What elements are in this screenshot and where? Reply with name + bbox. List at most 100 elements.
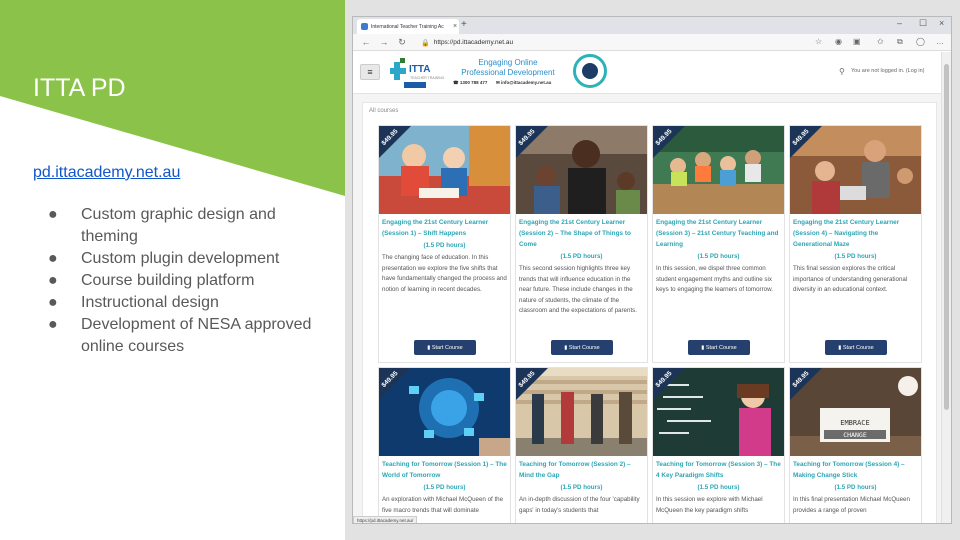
course-title[interactable]: Teaching for Tomorrow (Session 4) – Maki…	[790, 456, 921, 481]
login-status[interactable]: You are not logged in. (Log in)	[851, 68, 925, 74]
forward-arrow-icon[interactable]: →	[379, 37, 389, 47]
pd-hours: (1.5 PD hours)	[834, 484, 877, 491]
feature-text: Course building platform	[81, 272, 255, 289]
pd-hours: (1.5 PD hours)	[560, 253, 603, 260]
change-text: CHANGE	[843, 431, 867, 439]
collections-icon[interactable]: ▣	[853, 37, 861, 46]
back-arrow-icon[interactable]: ←	[361, 37, 371, 47]
star-icon[interactable]: ☆	[815, 37, 822, 46]
course-description: This second session highlights three key…	[519, 265, 637, 314]
pd-hours: (1.5 PD hours)	[834, 253, 877, 260]
course-card[interactable]: $49.95 Teaching for Tomorrow (Session 2)…	[515, 367, 648, 523]
bullet-dot-icon: ●	[48, 272, 58, 289]
pd-hours: (1.5 PD hours)	[423, 242, 466, 249]
course-title[interactable]: Teaching for Tomorrow (Session 3) – The …	[653, 456, 784, 481]
favicon-icon	[361, 23, 368, 30]
course-card[interactable]: $49.95 Teaching for Tomorrow (Session 3)…	[652, 367, 785, 523]
pd-hours: (1.5 PD hours)	[697, 484, 740, 491]
logo-text: ITTA	[409, 64, 431, 75]
course-card[interactable]: EMBRACE CHANGE $49.95 Teaching for Tomor…	[789, 367, 922, 523]
pd-hours: (1.5 PD hours)	[423, 484, 466, 491]
more-icon[interactable]: …	[936, 37, 944, 46]
pd-hours: (1.5 PD hours)	[697, 253, 740, 260]
course-description: In this session we explore with Michael …	[656, 496, 763, 514]
browser-tab[interactable]: International Teacher Training Ac ×	[357, 19, 459, 34]
feature-text: Development of NESA approved online cour…	[81, 316, 312, 355]
accreditation-badge	[573, 54, 607, 88]
course-image: $49.95	[379, 126, 510, 214]
bullet-dot-icon: ●	[48, 294, 58, 311]
browser-window: International Teacher Training Ac × + – …	[352, 16, 952, 524]
feature-item: ● Course building platform	[48, 270, 333, 292]
feature-item: ● Custom plugin development	[48, 248, 333, 270]
email-text: info@ittacademy.net.au	[501, 80, 552, 85]
menu-icon[interactable]: ≡	[360, 64, 380, 80]
course-card[interactable]: $49.95 Engaging the 21st Century Learner…	[515, 125, 648, 363]
contact-phone: ☎ 1300 788 477	[453, 80, 488, 85]
favorites-icon[interactable]: ✩	[877, 37, 884, 46]
url-text: https://pd.ittacademy.net.au	[433, 39, 514, 46]
contact-email[interactable]: ✉ info@ittacademy.net.au	[496, 80, 551, 86]
course-title[interactable]: Engaging the 21st Century Learner (Sessi…	[790, 214, 921, 250]
course-image: $49.95	[379, 368, 510, 456]
course-description: An in-depth discussion of the four 'capa…	[519, 496, 640, 514]
scroll-thumb[interactable]	[944, 64, 949, 410]
badge-inner	[582, 63, 598, 79]
site-link[interactable]: pd.ittacademy.net.au	[33, 164, 180, 182]
site-header: ≡ ITTA TEACHER TRAINING Engaging Online …	[353, 52, 943, 94]
course-title[interactable]: Engaging the 21st Century Learner (Sessi…	[379, 214, 510, 239]
button-label: Start Course	[842, 344, 874, 351]
feature-list: ● Custom graphic design and theming ● Cust…	[48, 204, 333, 358]
course-title[interactable]: Teaching for Tomorrow (Session 1) – The …	[379, 456, 510, 481]
status-bar-url: https://pd.ittacademy.net.au/	[353, 516, 418, 523]
start-course-button[interactable]: ▮ Start Course	[688, 340, 750, 355]
start-course-button[interactable]: ▮ Start Course	[551, 340, 613, 355]
logo-subtext: TEACHER TRAINING	[410, 76, 445, 80]
tabs-icon[interactable]: ⧉	[897, 37, 903, 47]
start-course-button[interactable]: ▮ Start Course	[414, 340, 476, 355]
new-tab-button[interactable]: +	[461, 19, 467, 31]
tagline-line: Engaging Online	[478, 58, 538, 67]
bullet-dot-icon: ●	[48, 206, 58, 223]
button-label: Start Course	[568, 344, 600, 351]
search-icon[interactable]: ⚲	[839, 67, 845, 76]
address-bar: ← → ↻ 🔒 https://pd.ittacademy.net.au ☆ ◉…	[353, 34, 951, 51]
page-scrollbar[interactable]	[941, 52, 951, 523]
course-image: $49.95	[516, 126, 647, 214]
course-description: In this session, we dispel three common …	[656, 265, 773, 293]
slide-panel: ITTA PD pd.ittacademy.net.au ● Custom gra…	[0, 0, 345, 540]
refresh-icon[interactable]: ↻	[397, 37, 407, 48]
section-label: All courses	[369, 108, 399, 114]
course-title[interactable]: Engaging the 21st Century Learner (Sessi…	[516, 214, 647, 250]
course-card[interactable]: $49.95 Teaching for Tomorrow (Session 1)…	[378, 367, 511, 523]
profile-icon[interactable]: ◯	[916, 37, 925, 46]
course-image: $49.95	[790, 126, 921, 214]
close-tab-icon[interactable]: ×	[453, 23, 457, 30]
feature-item: ● Instructional design	[48, 292, 333, 314]
courses-panel: All courses $49.95 Engaging the 21st Cen…	[362, 102, 937, 523]
web-page: ≡ ITTA TEACHER TRAINING Engaging Online …	[353, 52, 943, 523]
pd-hours: (1.5 PD hours)	[560, 484, 603, 491]
start-course-button[interactable]: ▮ Start Course	[825, 340, 887, 355]
embrace-text: EMBRACE	[840, 419, 870, 427]
close-window-icon[interactable]: ×	[939, 18, 944, 28]
course-card[interactable]: $49.95 Engaging the 21st Century Learner…	[378, 125, 511, 363]
tab-title: International Teacher Training Ac	[371, 23, 444, 30]
course-card[interactable]: $49.95 Engaging the 21st Century Learner…	[789, 125, 922, 363]
course-card[interactable]: $49.95 Engaging the 21st Century Learner…	[652, 125, 785, 363]
course-description: The changing face of education. In this …	[382, 254, 507, 293]
extension-icon[interactable]: ◉	[835, 37, 842, 46]
phone-text: 1300 788 477	[459, 80, 488, 85]
feature-item: ● Custom graphic design and theming	[48, 204, 333, 248]
maximize-icon[interactable]: ☐	[919, 18, 927, 29]
lock-icon: 🔒	[421, 39, 430, 47]
course-title[interactable]: Engaging the 21st Century Learner (Sessi…	[653, 214, 784, 250]
course-image: $49.95	[653, 126, 784, 214]
feature-text: Custom graphic design and theming	[81, 206, 276, 245]
url-field[interactable]: 🔒 https://pd.ittacademy.net.au	[421, 37, 821, 48]
course-image: $49.95	[516, 368, 647, 456]
minimize-icon[interactable]: –	[897, 18, 902, 28]
course-title[interactable]: Teaching for Tomorrow (Session 2) – Mind…	[516, 456, 647, 481]
course-description: An exploration with Michael McQueen of t…	[382, 496, 504, 514]
button-label: Start Course	[705, 344, 737, 351]
